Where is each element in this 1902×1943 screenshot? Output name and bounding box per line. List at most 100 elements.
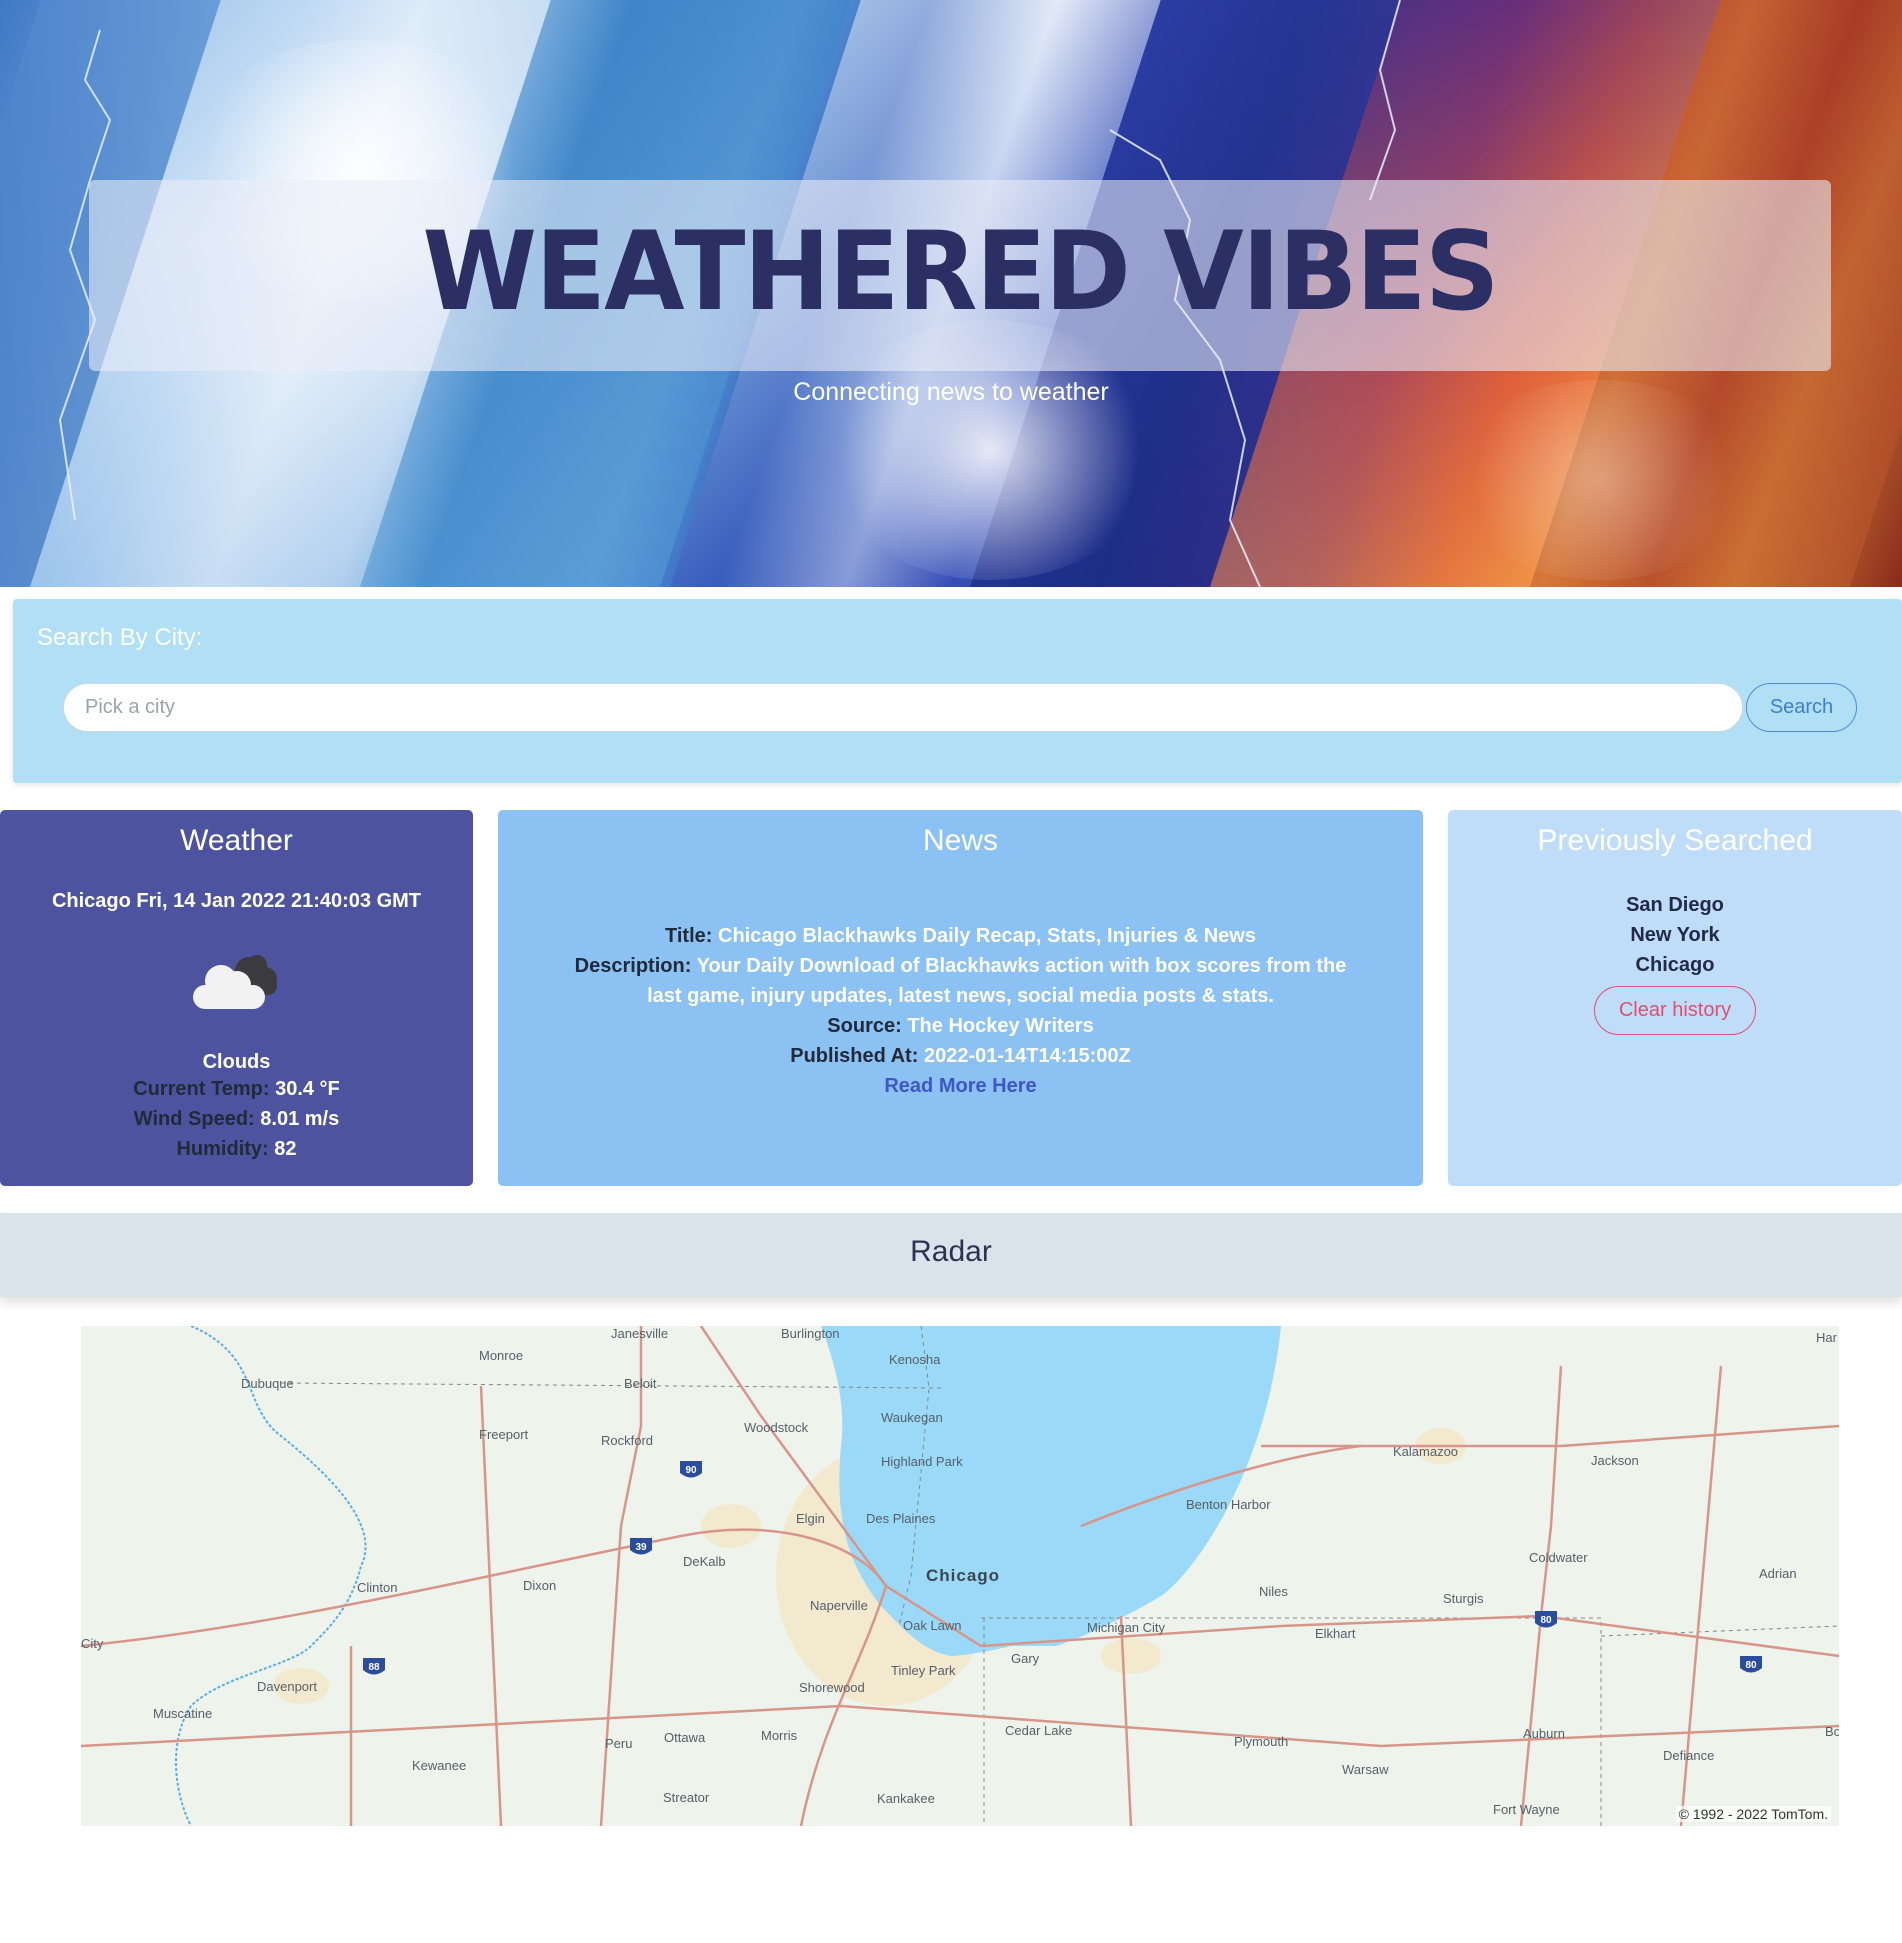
- news-title-label: Title:: [665, 925, 713, 947]
- map-label: Sturgis: [1443, 1591, 1484, 1606]
- map-label: Elkhart: [1315, 1626, 1356, 1641]
- map-label: Naperville: [810, 1598, 868, 1613]
- map-label: Kewanee: [412, 1758, 467, 1773]
- map-label: Niles: [1259, 1584, 1288, 1599]
- map-label: Shorewood: [799, 1680, 865, 1695]
- history-card: Previously Searched San Diego New York C…: [1448, 810, 1902, 1186]
- map-label: Auburn: [1523, 1726, 1565, 1741]
- news-source: The Hockey Writers: [907, 1015, 1094, 1037]
- cloud-icon: [192, 955, 277, 1009]
- map-label: Kenosha: [889, 1352, 941, 1367]
- shield-39: 39: [635, 1542, 647, 1553]
- map-label: Adrian: [1759, 1566, 1797, 1581]
- map-label: Woodstock: [744, 1420, 809, 1435]
- news-published-label: Published At:: [790, 1045, 919, 1067]
- weather-title: Weather: [180, 824, 293, 857]
- shield-80: 80: [1745, 1660, 1757, 1671]
- shield-90: 90: [685, 1465, 697, 1476]
- news-title-row: Title: Chicago Blackhawks Daily Recap, S…: [558, 921, 1363, 951]
- news-description: Your Daily Download of Blackhawks action…: [647, 955, 1347, 1007]
- temp-value: 30.4 °F: [275, 1078, 340, 1100]
- map-label: Fort Wayne: [1493, 1802, 1560, 1817]
- map-label: Monroe: [479, 1348, 524, 1363]
- map-label: Davenport: [257, 1679, 317, 1694]
- temp-label: Current Temp:: [133, 1078, 270, 1100]
- map-label: Elgin: [796, 1511, 825, 1526]
- history-item[interactable]: New York: [1448, 920, 1902, 950]
- map-label: Benton Harbor: [1186, 1497, 1271, 1512]
- history-item[interactable]: Chicago: [1448, 950, 1902, 980]
- map-label-chicago: Chicago: [926, 1566, 1001, 1585]
- map-label: Oak Lawn: [903, 1618, 962, 1633]
- read-more-link[interactable]: Read More Here: [884, 1075, 1036, 1097]
- news-published-row: Published At: 2022-01-14T14:15:00Z: [558, 1041, 1363, 1071]
- radar-header: Radar: [0, 1213, 1902, 1297]
- map-label: Bo: [1825, 1724, 1839, 1739]
- humidity-value: 82: [274, 1138, 297, 1160]
- map-label: Defiance: [1663, 1748, 1715, 1763]
- temp-row: Current Temp: 30.4 °F: [0, 1074, 473, 1104]
- news-published: 2022-01-14T14:15:00Z: [923, 1045, 1131, 1067]
- map-label: DeKalb: [683, 1554, 726, 1569]
- map-label: Michigan City: [1087, 1620, 1166, 1635]
- news-description-row: Description: Your Daily Download of Blac…: [558, 951, 1363, 1011]
- map-label: Jackson: [1591, 1453, 1639, 1468]
- map-label: Tinley Park: [891, 1663, 956, 1678]
- radar-map[interactable]: 90 39 88 80 80 Janesville Burlington Mon…: [81, 1326, 1839, 1826]
- history-item[interactable]: San Diego: [1448, 890, 1902, 920]
- map-label: Kalamazoo: [1393, 1444, 1459, 1459]
- search-label: Search By City:: [37, 624, 203, 651]
- map-label: Cedar Lake: [1005, 1723, 1073, 1738]
- map-label: Freeport: [479, 1427, 529, 1442]
- map-label: Rockford: [601, 1433, 654, 1448]
- clear-history-button[interactable]: Clear history: [1594, 986, 1756, 1035]
- wind-row: Wind Speed: 8.01 m/s: [0, 1104, 473, 1134]
- map-label: Coldwater: [1529, 1550, 1588, 1565]
- map-label: Plymouth: [1234, 1734, 1289, 1749]
- map-label: Kankakee: [877, 1791, 935, 1806]
- radar-title: Radar: [910, 1235, 992, 1268]
- humidity-row: Humidity: 82: [0, 1134, 473, 1164]
- site-tagline: Connecting news to weather: [793, 378, 1109, 406]
- map-label: Dubuque: [241, 1376, 294, 1391]
- map-label: Har: [1816, 1330, 1837, 1345]
- news-headline: Chicago Blackhawks Daily Recap, Stats, I…: [718, 925, 1256, 947]
- map-label: Warsaw: [1342, 1762, 1389, 1777]
- map-label: Ottawa: [664, 1730, 706, 1745]
- weather-city-datetime: Chicago Fri, 14 Jan 2022 21:40:03 GMT: [51, 890, 422, 912]
- map-label: Clinton: [357, 1580, 398, 1595]
- news-source-row: Source: The Hockey Writers: [558, 1011, 1363, 1041]
- news-body: Title: Chicago Blackhawks Daily Recap, S…: [558, 921, 1363, 1101]
- map-label: Highland Park: [881, 1454, 963, 1469]
- weather-condition: Clouds: [202, 1051, 271, 1073]
- map-label: Burlington: [781, 1326, 840, 1341]
- search-button[interactable]: Search: [1746, 683, 1857, 732]
- title-box: WEATHERED VIBES: [89, 180, 1831, 371]
- history-title: Previously Searched: [1537, 824, 1813, 857]
- site-title: WEATHERED VIBES: [422, 206, 1499, 336]
- search-panel: Search By City: Search: [13, 599, 1902, 783]
- map-label: Muscatine: [153, 1706, 213, 1721]
- map-copyright: © 1992 - 2022 TomTom.: [1675, 1806, 1831, 1822]
- hero-banner: WEATHERED VIBES Connecting news to weath…: [0, 0, 1902, 587]
- shield-80: 80: [1540, 1615, 1552, 1626]
- news-card: News Title: Chicago Blackhawks Daily Rec…: [498, 810, 1423, 1186]
- history-list: San Diego New York Chicago: [1448, 890, 1902, 980]
- map-label: Morris: [761, 1728, 798, 1743]
- city-search-input[interactable]: [63, 683, 1743, 732]
- news-source-label: Source:: [827, 1015, 902, 1037]
- wind-value: 8.01 m/s: [260, 1108, 340, 1130]
- map-label: Waukegan: [881, 1410, 943, 1425]
- map-label: City: [81, 1636, 104, 1651]
- map-label: Peru: [605, 1736, 633, 1751]
- map-label: Des Plaines: [866, 1511, 936, 1526]
- news-description-label: Description:: [574, 955, 692, 977]
- map-label: Janesville: [611, 1326, 669, 1341]
- map-label: Gary: [1011, 1651, 1040, 1666]
- map-label: Dixon: [523, 1578, 557, 1593]
- weather-card: Weather Chicago Fri, 14 Jan 2022 21:40:0…: [0, 810, 473, 1186]
- map-label: Streator: [663, 1790, 710, 1805]
- map-label: Beloit: [624, 1376, 657, 1391]
- shield-88: 88: [368, 1662, 380, 1673]
- news-title: News: [922, 824, 998, 857]
